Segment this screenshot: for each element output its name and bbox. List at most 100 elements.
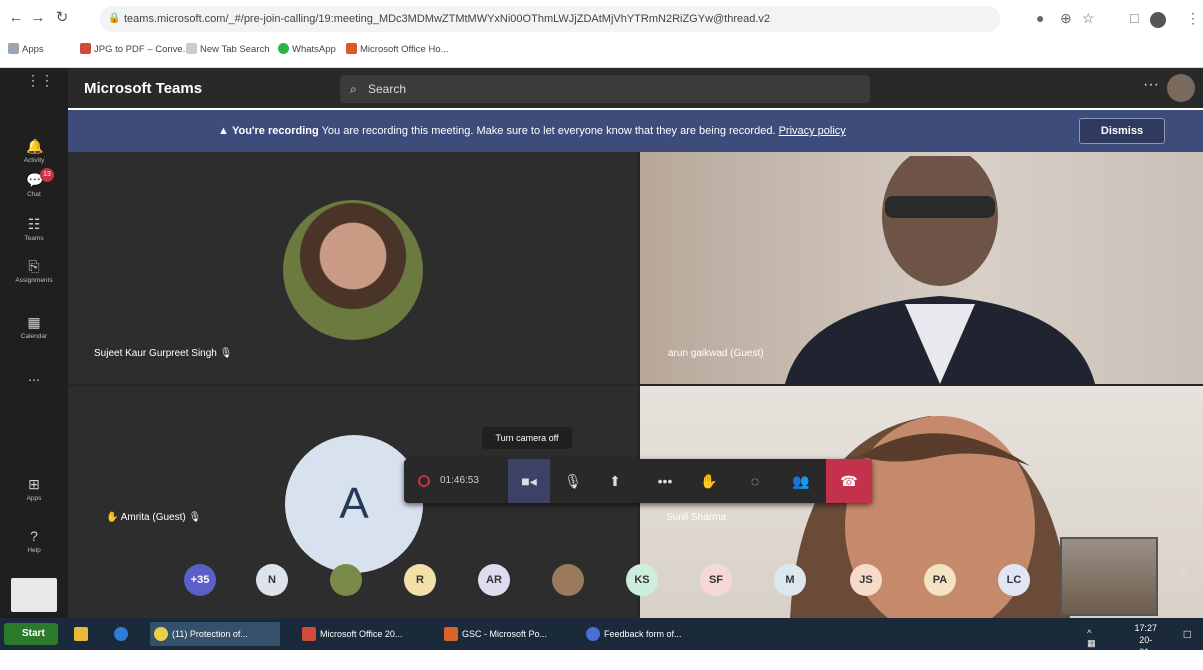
- self-view-video: [1060, 537, 1158, 616]
- meeting-stage: Sujeet Kaur Gurpreet Singh 🎙 arun gaikwa…: [68, 152, 1203, 618]
- roster-avatar[interactable]: M: [774, 564, 806, 596]
- chrome-icon: [586, 627, 600, 641]
- more-icon: ...: [28, 368, 40, 384]
- top-bar: Microsoft Teams ⌕ Search ···: [68, 68, 1203, 108]
- taskbar-feedback-window[interactable]: Feedback form of...: [582, 622, 712, 646]
- people-icon[interactable]: ⚲: [1178, 566, 1188, 582]
- roster-avatar[interactable]: LC: [998, 564, 1030, 596]
- rail-assignments[interactable]: ⎘ Assignments: [0, 258, 68, 284]
- roster-avatar[interactable]: [552, 564, 584, 596]
- search-input[interactable]: ⌕ Search: [340, 75, 870, 103]
- assignments-icon: ⎘: [28, 258, 40, 274]
- address-bar[interactable]: 🔒 teams.microsoft.com/_#/pre-join-callin…: [100, 6, 1000, 32]
- camera-icon: ■◂: [521, 473, 537, 489]
- roster-avatar[interactable]: JS: [850, 564, 882, 596]
- browser-chrome: ← → ↻ 🔒 teams.microsoft.com/_#/pre-join-…: [0, 0, 1203, 68]
- rail-more[interactable]: ...: [0, 368, 68, 387]
- call-controls: 01:46:53 ■◂ 🎙 ⬆ ••• ✋ ◌ 👥 ☎: [404, 459, 872, 503]
- teams-icon: ☷: [27, 216, 41, 232]
- bookmark-office[interactable]: Microsoft Office Ho...: [346, 43, 449, 55]
- rail-apps[interactable]: ⊞ Apps: [0, 476, 68, 502]
- taskbar-office-window[interactable]: Microsoft Office 20...: [298, 622, 428, 646]
- powerpoint-icon: [444, 627, 458, 641]
- dismiss-button[interactable]: Dismiss: [1079, 118, 1165, 144]
- taskbar-powerpoint-window[interactable]: GSC - Microsoft Po...: [440, 622, 570, 646]
- app-rail: ⋮⋮ 🔔 Activity 💬 Chat 13 ☷ Teams ⎘ Assignments…: [0, 68, 68, 618]
- waffle-icon[interactable]: ⋮⋮: [0, 72, 68, 91]
- participant-tile[interactable]: Sujeet Kaur Gurpreet Singh 🎙: [68, 152, 638, 384]
- participant-name: Sujeet Kaur Gurpreet Singh 🎙: [94, 348, 233, 359]
- taskbar-chrome-window[interactable]: (11) Protection of...: [150, 622, 280, 646]
- mic-icon: 🎙: [219, 348, 233, 359]
- camera-button[interactable]: ■◂: [508, 459, 550, 503]
- chrome-icon: [154, 627, 168, 641]
- chat-button[interactable]: ◌: [734, 459, 776, 503]
- app-title: Microsoft Teams: [84, 80, 203, 97]
- notification-icon[interactable]: □: [1184, 627, 1191, 641]
- rail-activity[interactable]: 🔔 Activity: [0, 138, 68, 164]
- edge-icon[interactable]: [110, 622, 138, 646]
- privacy-policy-link[interactable]: Privacy policy: [779, 125, 846, 137]
- chat-icon: ◌: [750, 473, 760, 489]
- mic-icon: 🎙: [188, 512, 202, 523]
- rail-help[interactable]: ? Help: [0, 528, 68, 554]
- bookmark-new-tab[interactable]: New Tab Search: [186, 43, 270, 55]
- participant-video: [785, 156, 1095, 384]
- participant-tile[interactable]: arun gaikwad (Guest): [640, 152, 1203, 384]
- roster-avatar[interactable]: [330, 564, 362, 596]
- bookmark-apps[interactable]: Apps: [8, 43, 44, 55]
- tray-icons[interactable]: ^ ▦ ⌂ ◁): [1087, 628, 1097, 670]
- profile-icon[interactable]: [1150, 12, 1166, 28]
- apps-icon: ⊞: [28, 476, 40, 492]
- url-text: teams.microsoft.com/_#/pre-join-calling/…: [124, 13, 771, 25]
- share-button[interactable]: ⬆: [594, 459, 636, 503]
- chat-badge: 13: [40, 168, 54, 182]
- menu-icon[interactable]: ⋮: [1186, 10, 1200, 27]
- forward-icon[interactable]: →: [28, 8, 48, 28]
- roster-avatar[interactable]: AR: [478, 564, 510, 596]
- reload-icon[interactable]: ↻: [52, 8, 72, 28]
- tooltip: Turn camera off: [482, 427, 572, 449]
- raise-hand-button[interactable]: ✋: [688, 459, 730, 503]
- bookmark-whatsapp[interactable]: WhatsApp: [278, 43, 336, 55]
- bell-icon: 🔔: [26, 138, 44, 154]
- bookmarks-bar: Apps JPG to PDF – Conve... New Tab Searc…: [0, 38, 1203, 62]
- roster-avatar[interactable]: SF: [700, 564, 732, 596]
- file-explorer-icon[interactable]: [70, 622, 98, 646]
- overflow-count[interactable]: +35: [184, 564, 216, 596]
- rail-teams[interactable]: ☷ Teams: [0, 216, 68, 242]
- share-icon[interactable]: ⊕: [1060, 10, 1072, 27]
- rail-chat[interactable]: 💬 Chat 13: [0, 168, 68, 198]
- bookmark-jpg-pdf[interactable]: JPG to PDF – Conve...: [80, 43, 191, 55]
- start-button[interactable]: Start: [4, 623, 58, 645]
- avatar[interactable]: [1167, 74, 1195, 102]
- participant-roster: +35 N R AR KS SF M JS PA LC: [180, 560, 1040, 600]
- hang-up-button[interactable]: ☎: [826, 459, 872, 503]
- calendar-icon: ▦: [27, 314, 41, 330]
- help-icon: ?: [30, 528, 38, 544]
- more-actions-button[interactable]: •••: [644, 459, 686, 503]
- rail-calendar[interactable]: ▦ Calendar: [0, 314, 68, 340]
- download-icon[interactable]: [11, 578, 57, 612]
- people-icon: 👥: [792, 473, 810, 489]
- roster-avatar[interactable]: N: [256, 564, 288, 596]
- share-screen-icon: ⬆: [609, 473, 621, 489]
- warning-icon: ▲: [218, 125, 229, 137]
- roster-avatar[interactable]: R: [404, 564, 436, 596]
- roster-avatar[interactable]: PA: [924, 564, 956, 596]
- microphone-button[interactable]: 🎙: [552, 459, 594, 503]
- window-icon[interactable]: □: [1130, 10, 1138, 26]
- lock-icon: 🔒: [108, 13, 121, 24]
- participants-button[interactable]: 👥: [780, 459, 822, 503]
- star-icon[interactable]: ☆: [1082, 10, 1095, 27]
- ellipsis-icon: •••: [657, 473, 673, 489]
- extension-icon[interactable]: ●: [1036, 10, 1044, 26]
- more-options-icon[interactable]: ···: [1143, 76, 1159, 94]
- back-icon[interactable]: ←: [6, 8, 26, 28]
- clock[interactable]: 17:27 20-01-2022: [1134, 622, 1157, 670]
- office-icon: [302, 627, 316, 641]
- roster-avatar[interactable]: KS: [626, 564, 658, 596]
- banner-title: You're recording: [231, 125, 319, 137]
- microphone-icon: 🎙: [564, 473, 582, 489]
- participant-name: Sunil Sharma: [666, 512, 727, 523]
